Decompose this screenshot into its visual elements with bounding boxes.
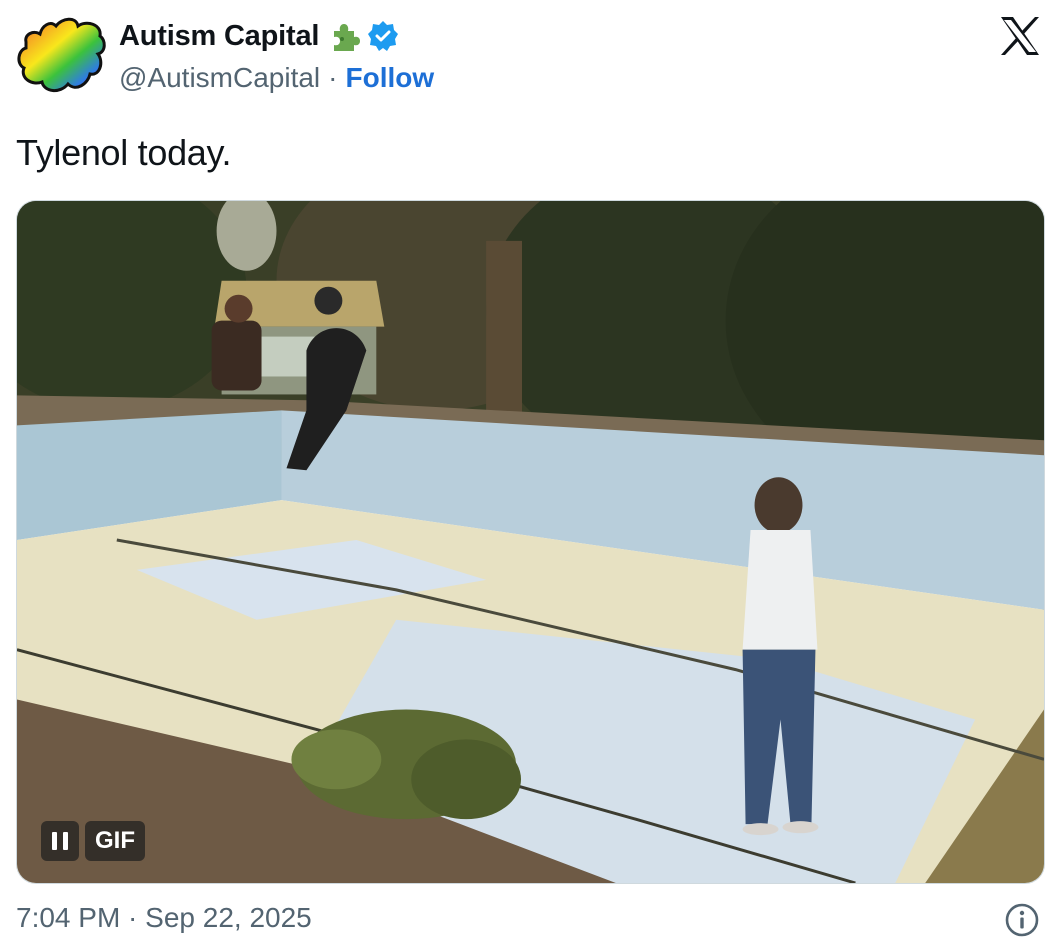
name-row: Autism Capital: [119, 18, 399, 54]
puzzle-piece-icon: [334, 24, 361, 51]
handle-row: @AutismCapital · Follow: [119, 60, 434, 96]
verified-badge-icon: [368, 21, 399, 51]
pause-icon[interactable]: [41, 821, 79, 861]
tweet-text: Tylenol today.: [16, 132, 232, 173]
x-logo-icon[interactable]: [998, 14, 1042, 58]
follow-button[interactable]: Follow: [345, 62, 434, 94]
pause-bar-right: [63, 832, 68, 850]
gif-controls: GIF: [41, 821, 145, 861]
display-name[interactable]: Autism Capital: [119, 20, 319, 53]
gif-media[interactable]: GIF: [16, 200, 1045, 884]
pause-bar-left: [52, 832, 57, 850]
user-handle[interactable]: @AutismCapital: [119, 62, 320, 94]
info-icon[interactable]: [1004, 902, 1040, 938]
tweet-header: Autism Capital @AutismCapital · Follow: [16, 10, 1046, 100]
timestamp[interactable]: 7:04 PM · Sep 22, 2025: [16, 902, 312, 934]
separator-dot: ·: [328, 62, 338, 93]
tweet-footer: 7:04 PM · Sep 22, 2025: [16, 900, 1046, 942]
gif-frame-image: [17, 201, 1044, 883]
avatar[interactable]: [16, 12, 108, 96]
gif-badge: GIF: [85, 821, 145, 861]
